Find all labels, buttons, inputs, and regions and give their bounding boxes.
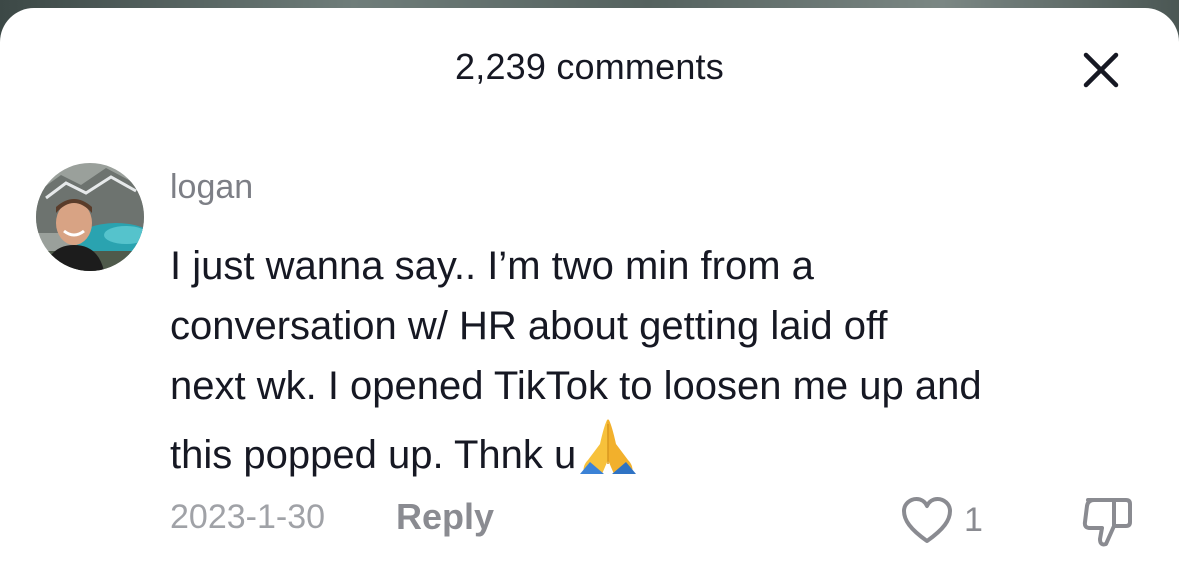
comments-sheet: 2,239 comments logan I just wanna say.. …: [0, 8, 1179, 565]
avatar-photo: [36, 163, 144, 271]
comment-date: 2023-1-30: [170, 498, 326, 536]
folded-hands-emoji-icon: [580, 419, 637, 474]
comment-text-line: this popped up. Thnk u: [170, 433, 577, 477]
comment-text-line: next wk. I opened TikTok to loosen me up…: [170, 364, 982, 408]
avatar[interactable]: [36, 163, 144, 271]
like-count: 1: [964, 500, 983, 539]
reply-button[interactable]: Reply: [396, 496, 494, 538]
thumbs-down-icon: [1082, 498, 1132, 547]
comment-text: I just wanna say.. I’m two min from a co…: [170, 236, 1160, 485]
close-icon: [1083, 52, 1119, 88]
heart-outline-icon: [902, 497, 952, 543]
comment-username[interactable]: logan: [170, 168, 253, 207]
comment-text-line: conversation w/ HR about getting laid of…: [170, 304, 888, 348]
comment-text-line: I just wanna say.. I’m two min from a: [170, 244, 814, 288]
close-button[interactable]: [1078, 47, 1124, 93]
comment-text-line-last: this popped up. Thnk u: [170, 416, 1160, 485]
like-button[interactable]: 1: [900, 492, 983, 548]
comments-count-title: 2,239 comments: [455, 46, 724, 87]
dislike-button[interactable]: [1078, 492, 1136, 550]
